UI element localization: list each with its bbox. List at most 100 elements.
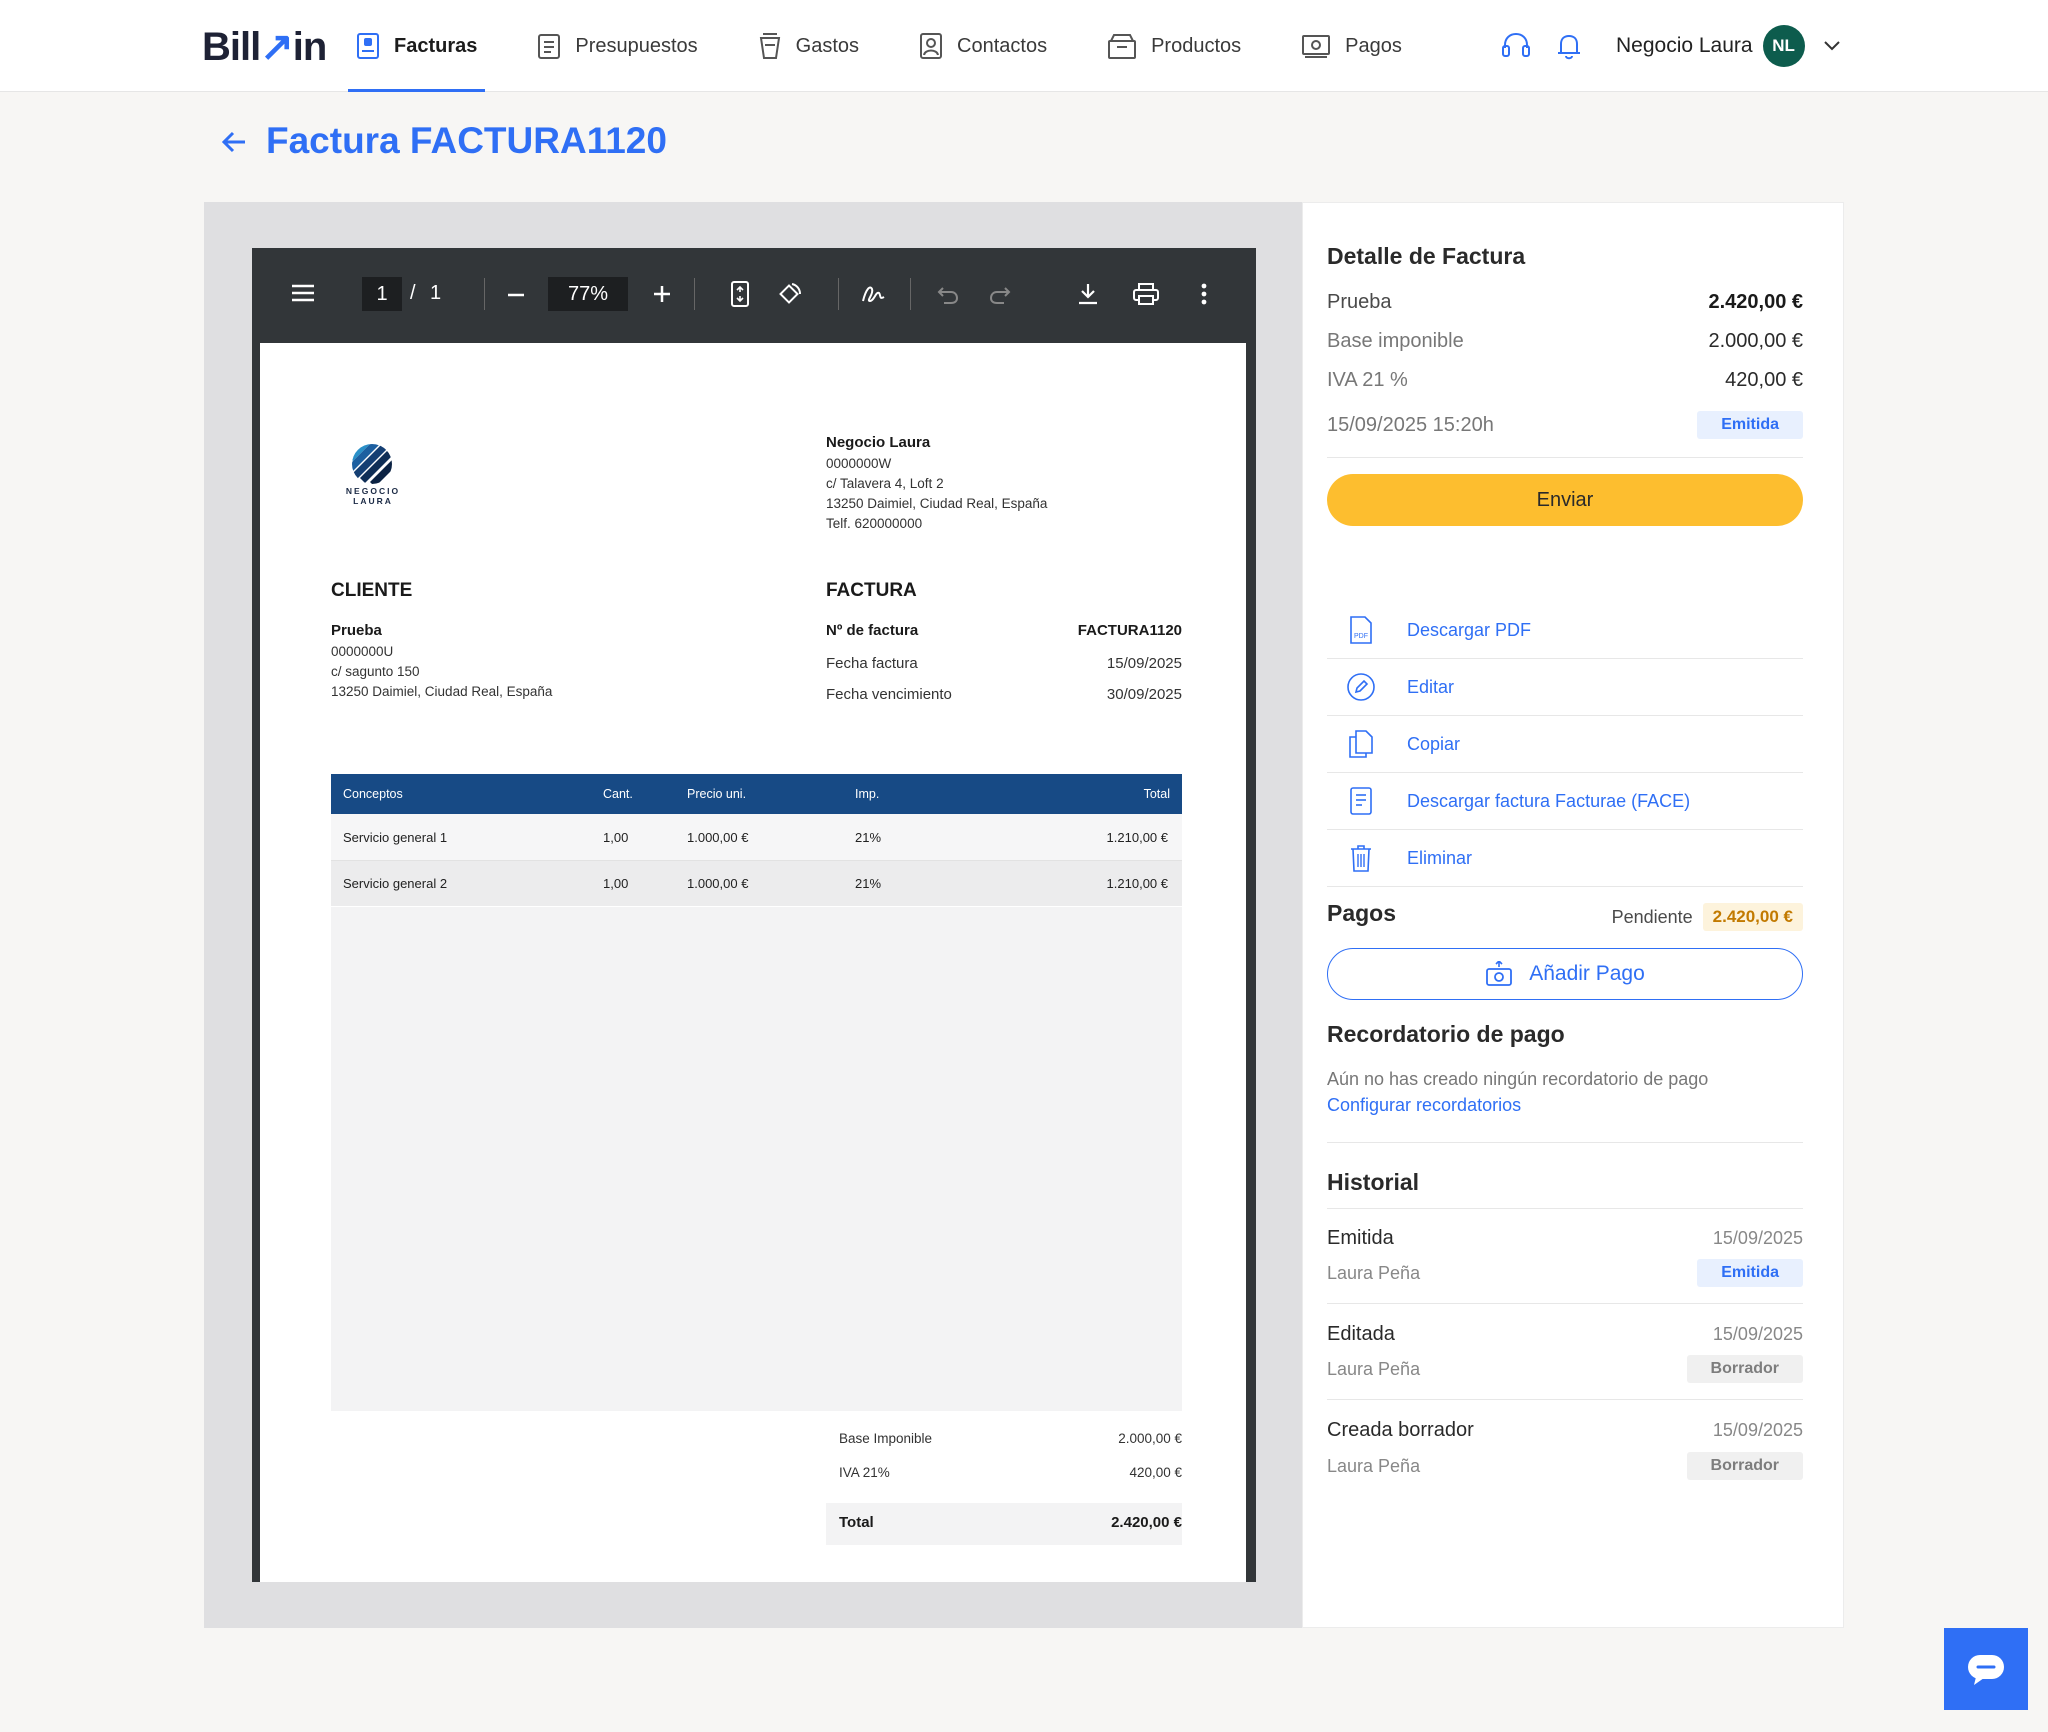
- nav-pagos[interactable]: Pagos: [1297, 0, 1406, 92]
- history-item-bottom: Laura Peña Borrador: [1327, 1452, 1803, 1480]
- divider: [1327, 457, 1803, 458]
- toolbar-divider: [838, 278, 839, 310]
- nav-gastos[interactable]: Gastos: [754, 0, 863, 92]
- history-date: 15/09/2025: [1712, 1228, 1803, 1248]
- billin-logo[interactable]: Bill↗in: [202, 24, 327, 70]
- nav-gastos-label: Gastos: [795, 34, 860, 57]
- nav-productos[interactable]: Productos: [1103, 0, 1245, 92]
- history-badge: Borrador: [1686, 1355, 1803, 1383]
- detail-client-total: 2.420,00 €: [1708, 291, 1803, 313]
- page-number-input[interactable]: 1: [362, 277, 402, 311]
- svg-text:PDF: PDF: [1354, 633, 1368, 640]
- base-imponible-value: 2.000,00 €: [1118, 1431, 1182, 1446]
- page-total: 1: [430, 282, 442, 304]
- history-item-top: Creada borrador 15/09/2025: [1327, 1419, 1803, 1442]
- nav-pagos-label: Pagos: [1345, 34, 1402, 57]
- divider: [1327, 1399, 1803, 1400]
- divider: [1327, 1208, 1803, 1209]
- redo-icon[interactable]: [988, 284, 1012, 306]
- toolbar-divider: [910, 278, 911, 310]
- reminder-heading: Recordatorio de pago: [1327, 1021, 1565, 1047]
- action-download-pdf[interactable]: PDF Descargar PDF: [1327, 602, 1803, 659]
- iva-value: 420,00 €: [1129, 1465, 1182, 1480]
- action-edit[interactable]: Editar: [1327, 659, 1803, 716]
- client-heading: CLIENTE: [331, 580, 413, 601]
- toolbar-divider: [484, 278, 485, 310]
- logo-text-line1: NEGOCIO: [345, 486, 401, 496]
- issuer-nif: 0000000W: [826, 456, 892, 471]
- client-block: Prueba 0000000U c/ sagunto 150 13250 Dai…: [331, 620, 552, 702]
- chat-launcher-button[interactable]: [1944, 1628, 2028, 1710]
- pending-amount: 2.420,00 €: [1702, 903, 1803, 931]
- headset-support-icon[interactable]: [1500, 30, 1532, 62]
- more-options-icon[interactable]: [1200, 282, 1208, 306]
- zoom-level[interactable]: 77%: [548, 277, 628, 311]
- action-download-facturae-label: Descargar factura Facturae (FACE): [1407, 790, 1691, 811]
- action-copy[interactable]: Copiar: [1327, 716, 1803, 773]
- trash-icon: [1351, 845, 1371, 872]
- detail-iva-value: 420,00 €: [1725, 369, 1803, 391]
- client-name: Prueba: [331, 622, 382, 639]
- facturae-doc-icon: [1350, 787, 1372, 815]
- row-qty: 1,00: [603, 876, 629, 891]
- pdf-toolbar: 1 / 1 77%: [252, 248, 1256, 340]
- client-address1: c/ sagunto 150: [331, 664, 420, 679]
- fit-page-icon[interactable]: [730, 280, 750, 308]
- chat-bubble-icon: [1968, 1655, 2004, 1685]
- col-imp: Imp.: [855, 787, 880, 801]
- page-separator: /: [410, 282, 416, 304]
- nav-facturas[interactable]: Facturas: [347, 0, 486, 92]
- configure-reminders-link[interactable]: Configurar recordatorios: [1327, 1095, 1521, 1116]
- nav-presupuestos[interactable]: Presupuestos: [533, 0, 701, 92]
- detail-datetime: 15/09/2025 15:20h: [1327, 413, 1494, 436]
- col-total: Total: [1143, 787, 1170, 801]
- menu-icon[interactable]: [290, 282, 316, 304]
- invoice-heading: FACTURA: [826, 580, 917, 601]
- divider: [1327, 1142, 1803, 1143]
- back-arrow-icon[interactable]: [218, 126, 250, 158]
- client-nif: 0000000U: [331, 644, 394, 659]
- invoice-document: NEGOCIO LAURA Negocio Laura 0000000W c/ …: [260, 343, 1246, 1582]
- camera-payment-icon: [1486, 961, 1513, 986]
- pdf-file-icon: PDF: [1350, 616, 1372, 644]
- rotate-icon[interactable]: [776, 280, 804, 308]
- zoom-out-icon[interactable]: [506, 285, 526, 305]
- row-total: 1.210,00 €: [1106, 829, 1168, 845]
- row-concept: Servicio general 1: [343, 829, 448, 845]
- print-icon[interactable]: [1132, 282, 1160, 306]
- action-delete[interactable]: Eliminar: [1327, 830, 1803, 887]
- main-nav: Facturas Presupuestos Gastos Contactos P…: [347, 0, 1458, 92]
- history-event: Emitida: [1327, 1227, 1394, 1249]
- detail-base-row: Base imponible 2.000,00 €: [1327, 330, 1803, 353]
- account-name: Negocio Laura: [1616, 34, 1753, 57]
- history-date: 15/09/2025: [1712, 1324, 1803, 1344]
- invoice-icon: [357, 33, 379, 59]
- history-user: Laura Peña: [1327, 1455, 1421, 1476]
- pdf-page-frame: NEGOCIO LAURA Negocio Laura 0000000W c/ …: [252, 340, 1256, 1582]
- send-button[interactable]: Enviar: [1327, 474, 1803, 526]
- row-qty: 1,00: [603, 829, 629, 845]
- row-tax: 21%: [855, 876, 882, 891]
- action-download-facturae[interactable]: Descargar factura Facturae (FACE): [1327, 773, 1803, 830]
- history-event: Editada: [1327, 1323, 1395, 1345]
- undo-icon[interactable]: [936, 284, 960, 306]
- history-user: Laura Peña: [1327, 1262, 1421, 1283]
- account-menu[interactable]: Negocio Laura NL: [1616, 0, 1841, 92]
- issuer-name: Negocio Laura: [826, 434, 931, 451]
- edit-pencil-icon: [1347, 673, 1375, 701]
- action-edit-label: Editar: [1407, 676, 1455, 697]
- row-concept: Servicio general 2: [343, 876, 448, 891]
- total-label: Total: [839, 1514, 874, 1531]
- col-cant: Cant.: [603, 787, 633, 801]
- invoice-date-label: Fecha factura: [826, 655, 918, 672]
- download-icon[interactable]: [1076, 282, 1100, 306]
- signature-icon[interactable]: [860, 281, 888, 307]
- add-payment-button[interactable]: Añadir Pago: [1327, 948, 1803, 1000]
- top-navigation-bar: Bill↗in Facturas Presupuestos Gastos Con…: [0, 0, 2048, 92]
- nav-contactos[interactable]: Contactos: [915, 0, 1051, 92]
- bell-icon[interactable]: [1553, 30, 1585, 62]
- issuer-address2: 13250 Daimiel, Ciudad Real, España: [826, 496, 1048, 511]
- zoom-in-icon[interactable]: [652, 284, 672, 304]
- table-row: Servicio general 2 1,00 1.000,00 € 21% 1…: [331, 860, 1182, 906]
- action-delete-label: Eliminar: [1407, 847, 1473, 868]
